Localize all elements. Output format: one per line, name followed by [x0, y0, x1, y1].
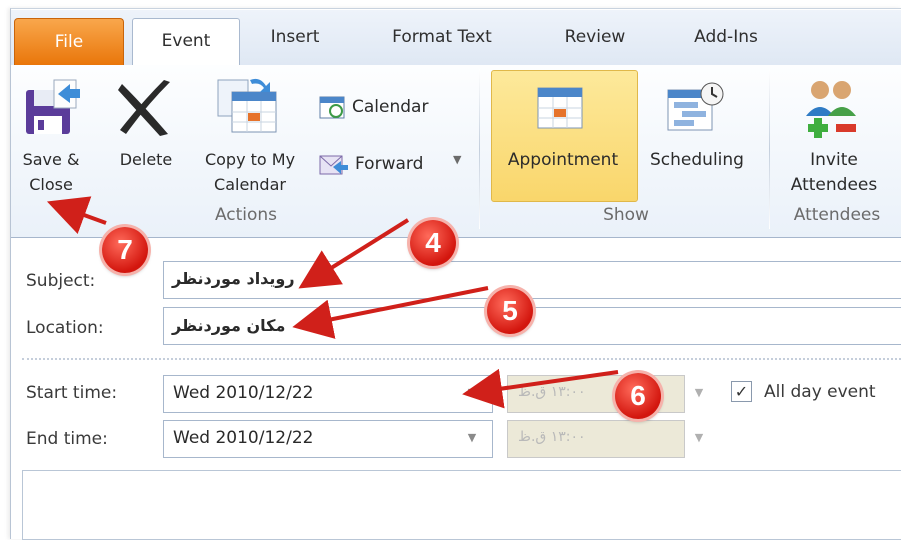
callout-4: 4	[410, 220, 456, 266]
callout-7: 7	[102, 227, 148, 273]
arrow-5	[292, 286, 489, 339]
arrow-7	[46, 196, 107, 234]
callout-6: 6	[615, 373, 661, 419]
arrow-4	[298, 218, 410, 289]
arrow-6	[462, 368, 619, 409]
callout-5: 5	[487, 288, 533, 334]
